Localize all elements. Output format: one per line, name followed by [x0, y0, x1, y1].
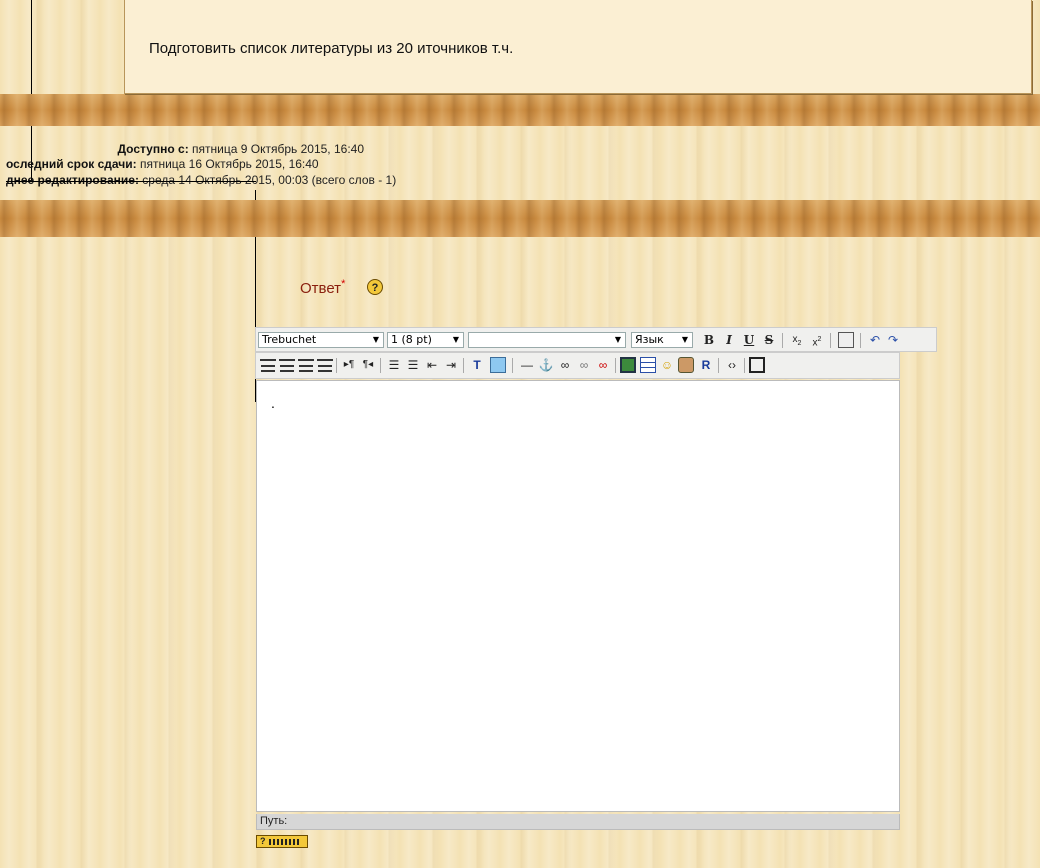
font-family-select[interactable]: Trebuchet ▼: [258, 332, 384, 348]
answer-label-text: Ответ: [300, 280, 342, 297]
align-right-icon[interactable]: [298, 359, 314, 372]
toolbar-separator: [718, 358, 719, 373]
wood-band-lower: [0, 200, 1040, 237]
ltr-icon[interactable]: ▸¶: [340, 356, 358, 374]
italic-button[interactable]: I: [720, 331, 738, 349]
required-mark: *: [341, 278, 346, 290]
toolbar-separator: [512, 358, 513, 373]
available-row: Доступно с: пятница 9 Октябрь 2015, 16:4…: [117, 142, 364, 156]
chevron-down-icon: ▼: [681, 335, 688, 344]
toolbar-separator: [380, 358, 381, 373]
language-select[interactable]: Язык ▼: [631, 332, 693, 348]
assignment-description: Подготовить список литературы из 20 иточ…: [149, 40, 514, 57]
fullscreen-icon[interactable]: [749, 357, 765, 373]
html-source-icon[interactable]: ‹›: [723, 356, 741, 374]
editor-content-area[interactable]: .: [256, 380, 900, 812]
undo-icon[interactable]: ↶: [866, 331, 884, 349]
editor-toolbar-row-1: Trebuchet ▼ 1 (8 pt) ▼ ▼ Язык ▼ B I U S x2 …: [255, 327, 937, 352]
rtl-icon[interactable]: ¶◂: [359, 356, 377, 374]
deadline-label: оследний срок сдачи:: [6, 157, 137, 171]
toolbar-separator: [830, 333, 831, 348]
toolbar-separator: [860, 333, 861, 348]
cursor-line-left: [31, 0, 32, 180]
underline-button[interactable]: U: [740, 331, 758, 349]
background-color-icon[interactable]: [490, 357, 506, 373]
subscript-button[interactable]: x2: [788, 331, 806, 349]
horizontal-rule-icon[interactable]: —: [518, 356, 536, 374]
language-value: Язык: [635, 333, 664, 346]
style-select[interactable]: ▼: [468, 332, 626, 348]
editor-content: .: [271, 395, 275, 411]
toolbar-separator: [744, 358, 745, 373]
deadline-value: пятница 16 Октябрь 2015, 16:40: [139, 157, 319, 171]
help-icon[interactable]: ?: [367, 279, 383, 295]
chevron-down-icon: ▼: [372, 335, 379, 344]
nolink-icon[interactable]: ∞: [594, 356, 612, 374]
clean-word-icon[interactable]: [838, 332, 854, 348]
image-icon[interactable]: [620, 357, 636, 373]
available-value: пятница 9 Октябрь 2015, 16:40: [192, 142, 364, 156]
toolbar-separator: [463, 358, 464, 373]
superscript-button[interactable]: x2: [808, 331, 826, 349]
edited-value: среда 14 Октябрь 2015, 00:03 (всего слов…: [142, 173, 397, 187]
align-left-icon[interactable]: [260, 359, 276, 372]
chevron-down-icon: ▼: [452, 335, 459, 344]
toolbar-separator: [615, 358, 616, 373]
indent-icon[interactable]: ⇥: [442, 356, 460, 374]
text-color-icon[interactable]: T: [468, 356, 486, 374]
toolbar-separator: [336, 358, 337, 373]
unordered-list-icon[interactable]: ☰: [404, 356, 422, 374]
chevron-down-icon: ▼: [614, 335, 621, 344]
font-size-select[interactable]: 1 (8 pt) ▼: [387, 332, 464, 348]
deadline-row: оследний срок сдачи: пятница 16 Октябрь …: [6, 157, 319, 171]
redo-icon[interactable]: ↷: [884, 331, 902, 349]
keyboard-help-icon[interactable]: ?: [256, 835, 308, 848]
edited-label: днее редактирование:: [6, 173, 139, 187]
strikethrough-button[interactable]: S: [760, 331, 778, 349]
font-family-value: Trebuchet: [262, 333, 317, 346]
align-justify-icon[interactable]: [317, 359, 333, 372]
font-size-value: 1 (8 pt): [391, 333, 432, 346]
answer-label: Ответ*: [300, 278, 345, 297]
available-label: Доступно с:: [117, 142, 189, 156]
edited-row: днее редактирование: среда 14 Октябрь 20…: [6, 173, 396, 187]
kbd-help-glyph: ?: [260, 836, 266, 846]
editor-path-bar: Путь:: [256, 814, 900, 830]
strike-line: [6, 181, 256, 182]
unlink-icon[interactable]: ∞: [575, 356, 593, 374]
ordered-list-icon[interactable]: ☰: [385, 356, 403, 374]
assignment-description-panel: Подготовить список литературы из 20 иточ…: [124, 0, 1032, 94]
editor-toolbar-row-2: ▸¶ ¶◂ ☰ ☰ ⇤ ⇥ T — ⚓ ∞ ∞ ∞ ☺ R ‹›: [255, 352, 900, 379]
bold-button[interactable]: B: [700, 331, 718, 349]
media-icon[interactable]: [678, 357, 694, 373]
table-icon[interactable]: [640, 357, 656, 373]
link-icon[interactable]: ∞: [556, 356, 574, 374]
strike-glyph: S: [764, 333, 774, 347]
align-center-icon[interactable]: [279, 359, 295, 372]
path-label: Путь:: [260, 815, 288, 827]
keyboard-icon: [268, 838, 299, 845]
toolbar-separator: [782, 333, 783, 348]
outdent-icon[interactable]: ⇤: [423, 356, 441, 374]
insert-char-icon[interactable]: R: [697, 356, 715, 374]
smiley-icon[interactable]: ☺: [658, 356, 676, 374]
wood-band-upper: [0, 94, 1040, 126]
anchor-icon[interactable]: ⚓: [537, 356, 555, 374]
